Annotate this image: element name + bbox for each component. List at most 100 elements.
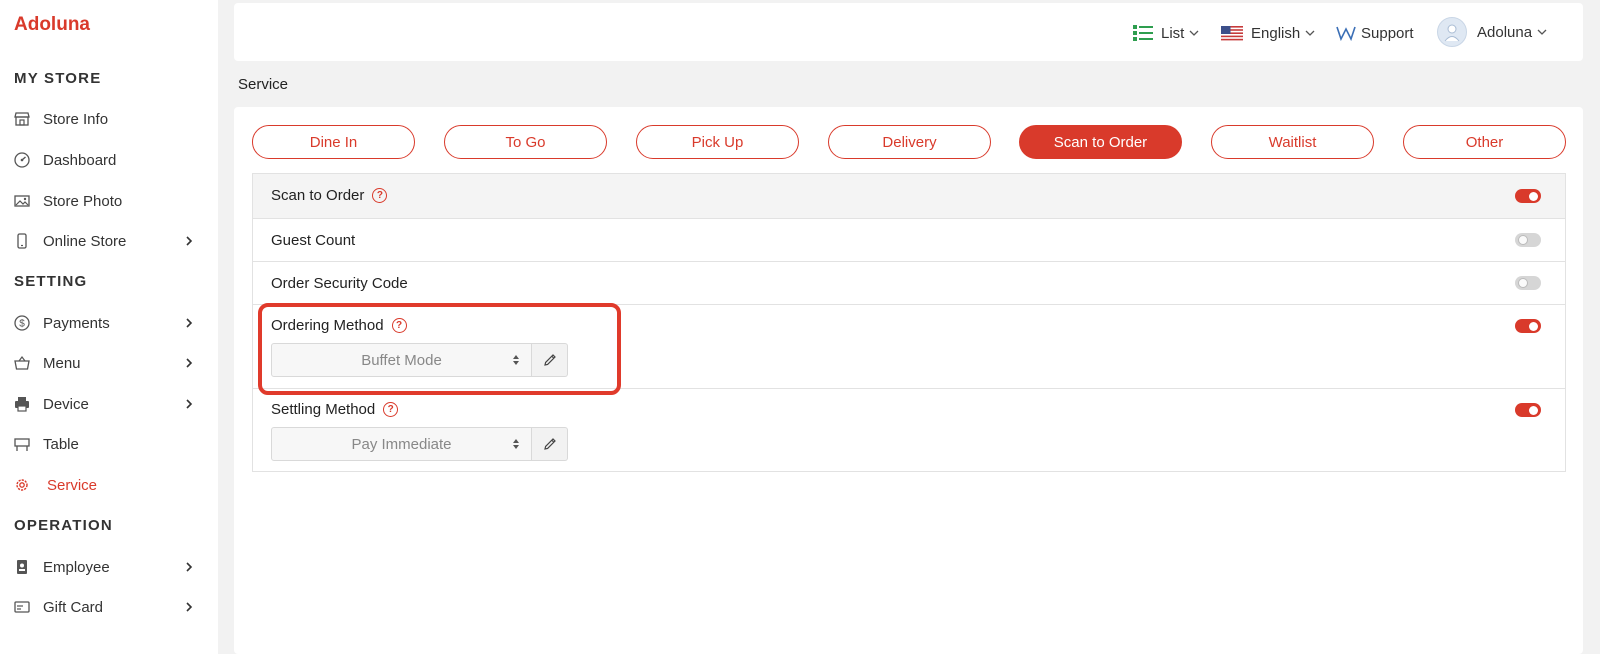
ordering-method-edit-button[interactable] [532, 343, 568, 377]
chevron-down-icon [1305, 30, 1315, 36]
sidebar-item-label: Payments [43, 314, 110, 332]
sort-arrows-icon [513, 439, 519, 449]
tab-dine-in[interactable]: Dine In [252, 125, 415, 159]
storefront-icon [14, 112, 30, 126]
chevron-right-icon [186, 358, 193, 368]
us-flag-icon [1221, 25, 1243, 41]
table-icon [14, 438, 30, 451]
sidebar-item-service[interactable]: Service [0, 470, 218, 500]
ordering-method-label: Ordering Method [271, 317, 384, 334]
scan-to-order-label: Scan to Order [271, 187, 365, 204]
sidebar-item-label: Menu [43, 354, 81, 372]
settling-method-control: Pay Immediate [271, 427, 568, 461]
settings-row-order-security-code: Order Security Code [253, 261, 1565, 304]
section-title-setting: SETTING [14, 273, 88, 290]
settings-row-scan-to-order: Scan to Order ? [253, 174, 1565, 218]
ordering-method-select[interactable]: Buffet Mode [271, 343, 532, 377]
chevron-right-icon [186, 399, 193, 409]
row-label-wrap: Settling Method ? [271, 401, 399, 418]
chevron-right-icon [186, 562, 193, 572]
tab-scan-to-order[interactable]: Scan to Order [1019, 125, 1182, 159]
sidebar-item-store-photo[interactable]: Store Photo [0, 186, 218, 216]
sidebar-item-label: Online Store [43, 232, 127, 250]
order-security-code-toggle[interactable] [1515, 276, 1541, 290]
support-label: Support [1361, 24, 1414, 42]
list-icon [1133, 25, 1153, 41]
chevron-right-icon [186, 318, 193, 328]
sidebar-item-gift-card[interactable]: Gift Card [0, 592, 218, 622]
guest-count-toggle[interactable] [1515, 233, 1541, 247]
tab-other[interactable]: Other [1403, 125, 1566, 159]
tab-pick-up[interactable]: Pick Up [636, 125, 799, 159]
list-label: List [1161, 24, 1185, 42]
settling-method-label: Settling Method [271, 401, 376, 418]
id-badge-icon [17, 560, 27, 574]
sidebar: Adoluna MY STORE Store Info Dashboard St… [0, 0, 218, 654]
sidebar-item-label: Store Photo [43, 192, 123, 210]
avatar [1437, 17, 1467, 47]
sidebar-item-menu[interactable]: Menu [0, 348, 218, 378]
help-icon[interactable]: ? [372, 188, 388, 203]
dollar-coin-icon: $ [14, 315, 30, 331]
sidebar-item-dashboard[interactable]: Dashboard [0, 145, 218, 175]
list-view-toggle[interactable]: List [1133, 21, 1200, 45]
sidebar-item-label: Employee [43, 558, 110, 576]
brand-logo[interactable]: Adoluna [14, 14, 90, 36]
tab-delivery[interactable]: Delivery [828, 125, 991, 159]
settings-row-guest-count: Guest Count [253, 218, 1565, 261]
ordering-method-control: Buffet Mode [271, 343, 568, 377]
language-selector[interactable]: English [1221, 21, 1316, 45]
mobile-phone-icon [17, 233, 27, 249]
help-icon[interactable]: ? [383, 402, 399, 417]
user-name: Adoluna [1477, 23, 1533, 41]
sidebar-item-label: Table [43, 435, 79, 453]
chevron-right-icon [186, 236, 193, 246]
support-link[interactable]: Support [1336, 21, 1414, 45]
ordering-method-value: Buffet Mode [361, 351, 442, 369]
guest-count-label: Guest Count [271, 232, 356, 249]
settling-method-edit-button[interactable] [532, 427, 568, 461]
row-label-wrap: Scan to Order ? [271, 187, 388, 204]
tab-to-go[interactable]: To Go [444, 125, 607, 159]
sidebar-item-label: Service [47, 476, 98, 494]
sidebar-item-store-info[interactable]: Store Info [0, 104, 218, 134]
service-panel: Dine In To Go Pick Up Delivery Scan to O… [234, 107, 1583, 654]
page-title: Service [238, 76, 289, 93]
gift-card-icon [14, 601, 30, 613]
row-label-wrap: Order Security Code [271, 275, 408, 292]
pencil-icon [543, 354, 556, 366]
settling-method-select[interactable]: Pay Immediate [271, 427, 532, 461]
gear-icon [16, 479, 28, 491]
sidebar-item-label: Device [43, 395, 89, 413]
sort-arrows-icon [513, 355, 519, 365]
sidebar-item-online-store[interactable]: Online Store [0, 226, 218, 256]
user-menu[interactable]: Adoluna [1437, 16, 1548, 48]
settling-method-value: Pay Immediate [351, 435, 452, 453]
svg-text:$: $ [19, 319, 25, 330]
section-title-my-store: MY STORE [14, 70, 102, 87]
sidebar-item-device[interactable]: Device [0, 389, 218, 419]
sidebar-item-payments[interactable]: $ Payments [0, 308, 218, 338]
scan-to-order-toggle[interactable] [1515, 189, 1541, 203]
settings-row-settling-method: Settling Method ? Pay Immediate [253, 388, 1565, 471]
user-icon [1444, 24, 1460, 42]
row-label-wrap: Ordering Method ? [271, 317, 407, 334]
sidebar-item-label: Gift Card [43, 598, 104, 616]
sidebar-item-table[interactable]: Table [0, 429, 218, 459]
section-title-operation: OPERATION [14, 517, 113, 534]
language-label: English [1251, 24, 1301, 42]
top-bar: List English Support Adoluna [234, 3, 1583, 61]
ordering-method-toggle[interactable] [1515, 319, 1541, 333]
tab-waitlist[interactable]: Waitlist [1211, 125, 1374, 159]
sidebar-item-label: Store Info [43, 110, 109, 128]
row-label-wrap: Guest Count [271, 232, 355, 249]
basket-icon [14, 356, 30, 370]
settling-method-toggle[interactable] [1515, 403, 1541, 417]
help-icon[interactable]: ? [391, 318, 407, 333]
printer-icon [15, 397, 29, 412]
image-icon [14, 195, 30, 207]
chevron-down-icon [1537, 29, 1547, 35]
chevron-down-icon [1189, 30, 1199, 36]
sidebar-item-employee[interactable]: Employee [0, 552, 218, 582]
wiki-w-icon [1336, 26, 1356, 41]
